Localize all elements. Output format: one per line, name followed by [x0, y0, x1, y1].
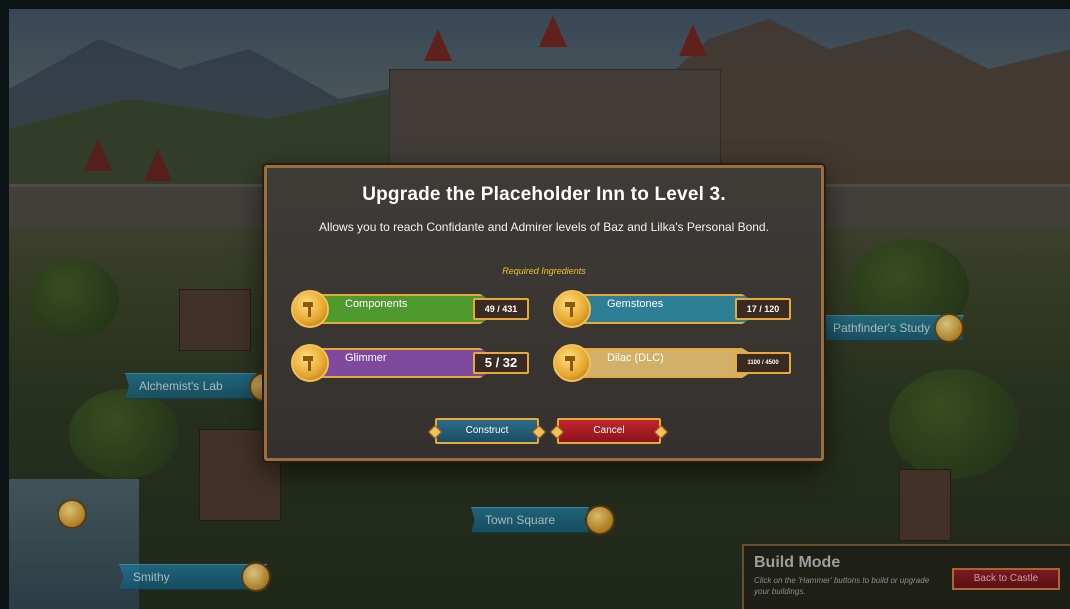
ingredient-name: Components: [345, 298, 408, 310]
hammer-icon: [291, 290, 329, 328]
hammer-build-button[interactable]: [57, 499, 87, 529]
hammer-icon: [553, 344, 591, 382]
dialog-title: Upgrade the Placeholder Inn to Level 3.: [362, 184, 726, 205]
upgrade-dialog: Upgrade the Placeholder Inn to Level 3. …: [264, 165, 824, 461]
map-label-town-square[interactable]: Town Square: [471, 507, 590, 533]
ingredient-glimmer: Glimmer 5 / 32: [291, 344, 531, 382]
cancel-button-label: Cancel: [593, 425, 625, 436]
required-ingredients-label: Required Ingredients: [502, 266, 586, 276]
hammer-icon: [553, 290, 591, 328]
construct-button-label: Construct: [465, 425, 509, 436]
ingredient-count: 5 / 32: [473, 352, 529, 374]
hammer-build-button[interactable]: [241, 562, 271, 592]
cancel-button[interactable]: Cancel: [557, 418, 661, 444]
hammer-icon: [291, 344, 329, 382]
hammer-build-button[interactable]: [934, 313, 964, 343]
ingredient-count: 49 / 431: [473, 298, 529, 320]
ingredient-count: 1100 / 4500: [735, 352, 791, 374]
dialog-description: Allows you to reach Confidante and Admir…: [319, 220, 769, 234]
ingredient-name: Glimmer: [345, 352, 387, 364]
build-mode-hint: Click on the 'Hammer' buttons to build o…: [754, 576, 930, 596]
ingredient-components: Components 49 / 431: [291, 290, 531, 328]
ingredient-count: 17 / 120: [735, 298, 791, 320]
build-mode-title: Build Mode: [754, 554, 841, 571]
ingredient-name: Dilac (DLC): [607, 352, 664, 364]
hammer-build-button[interactable]: [585, 505, 615, 535]
map-label-alchemists-lab[interactable]: Alchemist's Lab: [125, 373, 257, 399]
back-to-castle-button[interactable]: Back to Castle: [952, 568, 1060, 590]
ingredient-dilac: Dilac (DLC) 1100 / 4500: [553, 344, 793, 382]
build-mode-panel: Build Mode Click on the 'Hammer' buttons…: [742, 544, 1070, 609]
construct-button[interactable]: Construct: [435, 418, 539, 444]
ingredient-gemstones: Gemstones 17 / 120: [553, 290, 793, 328]
ingredient-name: Gemstones: [607, 298, 664, 310]
